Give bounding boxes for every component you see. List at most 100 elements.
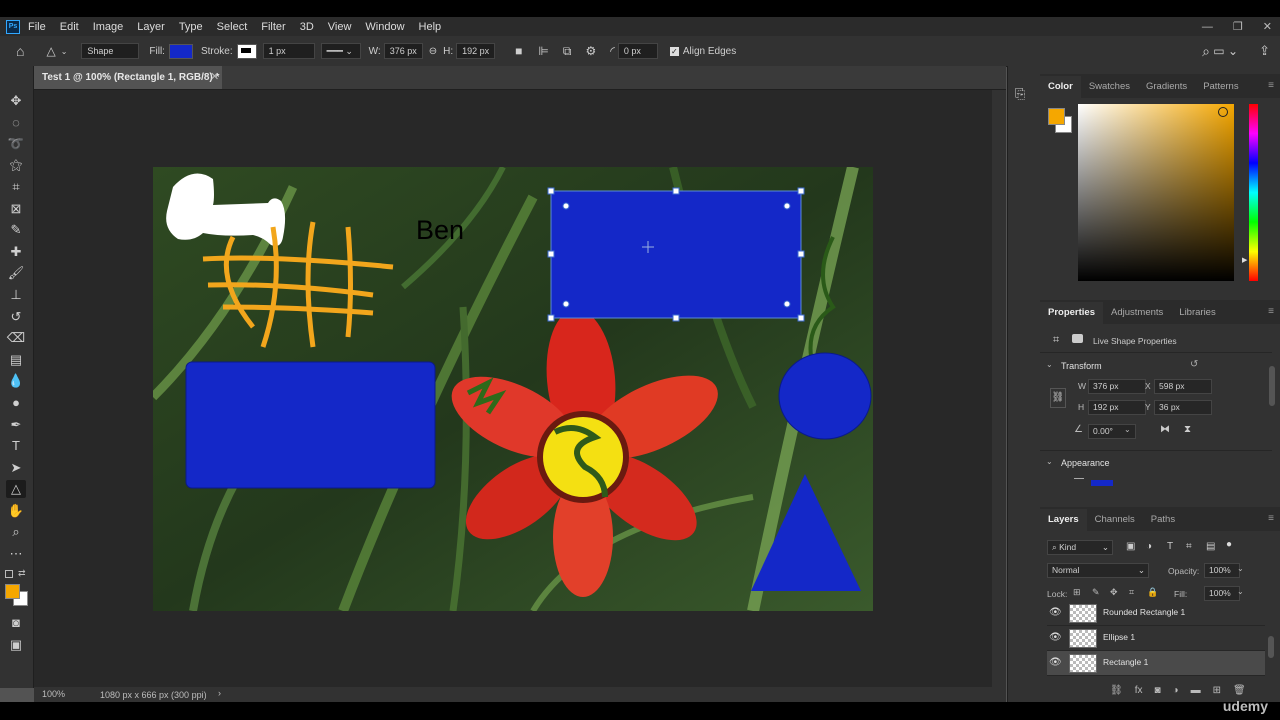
path-operations-icon[interactable]: ■ [515, 44, 522, 58]
transform-chevron-icon[interactable]: ⌄ [1046, 360, 1053, 369]
quick-mask-icon[interactable]: ◙ [6, 614, 26, 632]
layer-row-ellipse[interactable]: 👁 Ellipse 1 [1047, 626, 1265, 651]
ellipse-shape[interactable] [778, 352, 872, 440]
menu-window[interactable]: Window [365, 21, 404, 33]
menu-edit[interactable]: Edit [60, 21, 79, 33]
restore-icon[interactable]: ❐ [1233, 20, 1243, 33]
document-canvas[interactable]: Ben [153, 167, 873, 611]
align-edges-checkbox[interactable]: ✓ Align Edges [669, 46, 736, 57]
share-icon[interactable]: ⇪ [1259, 43, 1270, 59]
menu-view[interactable]: View [328, 21, 352, 33]
foreground-color-swatch[interactable] [5, 584, 20, 599]
tab-adjustments[interactable]: Adjustments [1103, 302, 1171, 324]
type-tool-icon[interactable]: T [6, 437, 26, 455]
lock-transparent-icon[interactable]: ⊞ [1073, 587, 1081, 598]
shape-mode-select[interactable]: Shape [81, 43, 140, 59]
zoom-tool-icon[interactable]: ⌕ [6, 523, 26, 541]
stroke-swatch[interactable] [236, 43, 257, 59]
lasso-tool-icon[interactable]: ➰ [6, 135, 26, 153]
stroke-type-select[interactable]: ━━━ ⌄ [320, 43, 361, 59]
appearance-section-label[interactable]: Appearance [1061, 458, 1110, 468]
more-tools-icon[interactable]: ⋯ [6, 545, 26, 563]
pen-tool-icon[interactable]: ✒ [6, 416, 26, 434]
blend-mode-select[interactable]: Normal ⌄ [1047, 563, 1149, 578]
appearance-chevron-icon[interactable]: ⌄ [1046, 457, 1053, 466]
swap-colors-icon[interactable]: ⇄ [18, 568, 26, 579]
rounded-rectangle-shape[interactable] [185, 361, 436, 489]
link-dimensions-icon[interactable]: ⛓ [1050, 388, 1066, 408]
tab-swatches[interactable]: Swatches [1081, 76, 1138, 98]
tab-color[interactable]: Color [1040, 76, 1081, 98]
tab-libraries[interactable]: Libraries [1171, 302, 1223, 324]
workspace-icon[interactable]: ▭ ⌄ [1213, 44, 1238, 58]
visibility-eye-icon[interactable]: 👁 [1049, 632, 1062, 643]
blur-tool-icon[interactable]: 💧 [6, 372, 26, 390]
document-tab[interactable]: Test 1 @ 100% (Rectangle 1, RGB/8) * ✕ [34, 66, 222, 89]
lock-pixels-icon[interactable]: ✎ [1092, 587, 1100, 598]
filter-smart-object-icon[interactable]: ▤ [1206, 541, 1215, 552]
filter-adjustment-icon[interactable]: ◑ [1146, 541, 1152, 552]
angle-dropdown-chevron-icon[interactable]: ⌄ [1124, 425, 1131, 434]
corner-radius-input[interactable]: 0 px [617, 43, 658, 59]
trash-icon[interactable]: 🗑 [1233, 685, 1246, 699]
opacity-chevron-icon[interactable]: ⌄ [1237, 564, 1244, 573]
gear-icon[interactable]: ⚙ [585, 44, 596, 58]
visibility-eye-icon[interactable]: 👁 [1049, 657, 1062, 668]
path-selection-tool-icon[interactable]: ➤ [6, 459, 26, 477]
eraser-tool-icon[interactable]: ⌫ [6, 329, 26, 347]
lock-position-icon[interactable]: ✥ [1110, 587, 1118, 598]
fx-icon[interactable]: fx [1135, 685, 1143, 699]
filter-pixel-icon[interactable]: ▣ [1126, 541, 1135, 552]
transform-section-label[interactable]: Transform [1061, 361, 1102, 371]
menu-3d[interactable]: 3D [300, 21, 314, 33]
canvas-vertical-scrollbar[interactable] [992, 90, 1006, 687]
history-brush-tool-icon[interactable]: ↺ [6, 308, 26, 326]
visibility-eye-icon[interactable]: 👁 [1049, 607, 1062, 618]
filter-toggle-icon[interactable]: ● [1226, 539, 1232, 550]
menu-layer[interactable]: Layer [137, 21, 165, 33]
default-colors-icon[interactable] [5, 570, 13, 578]
lock-all-icon[interactable]: 🔒 [1147, 587, 1158, 598]
path-arrangement-icon[interactable]: ⧉ [563, 44, 572, 59]
dodge-tool-icon[interactable]: ● [6, 394, 26, 412]
path-alignment-icon[interactable]: ⊫ [538, 44, 548, 58]
magic-wand-tool-icon[interactable]: ⚝ [6, 156, 26, 174]
close-tab-icon[interactable]: ✕ [210, 66, 219, 89]
eyedropper-tool-icon[interactable]: ✎ [6, 221, 26, 239]
filter-type-icon[interactable]: T [1167, 541, 1173, 552]
properties-scrollbar[interactable] [1269, 366, 1275, 406]
appearance-fill-swatch[interactable] [1091, 480, 1113, 486]
link-icon[interactable]: ⊖ [429, 46, 437, 57]
fill-opacity-chevron-icon[interactable]: ⌄ [1237, 587, 1244, 596]
screen-mode-icon[interactable]: ▣ [6, 636, 26, 654]
fill-swatch[interactable] [168, 43, 193, 59]
hue-slider[interactable] [1249, 104, 1258, 281]
hue-slider-marker-icon[interactable]: ▶ [1242, 256, 1247, 264]
color-panel-menu-icon[interactable]: ≡ [1268, 80, 1274, 91]
layers-panel-menu-icon[interactable]: ≡ [1268, 513, 1274, 524]
stroke-width-input[interactable]: 1 px [262, 43, 315, 59]
corner-radius-icon[interactable]: ◜ [610, 44, 615, 58]
tab-layers[interactable]: Layers [1040, 509, 1087, 531]
tab-patterns[interactable]: Patterns [1195, 76, 1246, 98]
tab-paths[interactable]: Paths [1143, 509, 1183, 531]
canvas-workspace[interactable]: Ben [34, 90, 992, 687]
tab-properties[interactable]: Properties [1040, 302, 1103, 324]
color-picker-field[interactable] [1078, 104, 1234, 281]
triangle-tool-preset-icon[interactable]: △ ⌄ [46, 44, 67, 58]
marquee-tool-icon[interactable]: ◌ [6, 114, 26, 132]
minimize-icon[interactable]: — [1202, 21, 1213, 33]
add-mask-icon[interactable]: ◙ [1154, 685, 1160, 699]
layer-filter-kind-select[interactable]: ⌕ Kind ⌄ [1047, 540, 1113, 555]
tab-gradients[interactable]: Gradients [1138, 76, 1195, 98]
layer-row-rectangle[interactable]: 👁 Rectangle 1 [1047, 651, 1265, 676]
search-icon[interactable]: ⌕ [1202, 43, 1210, 60]
menu-file[interactable]: File [28, 21, 46, 33]
menu-type[interactable]: Type [179, 21, 203, 33]
shape-tool-icon[interactable]: △ [6, 480, 26, 498]
ben-text-layer[interactable]: Ben [416, 215, 464, 245]
move-tool-icon[interactable]: ✥ [6, 92, 26, 110]
hand-tool-icon[interactable]: ✋ [6, 502, 26, 520]
healing-brush-tool-icon[interactable]: ✚ [6, 243, 26, 261]
clone-stamp-tool-icon[interactable]: ⊥ [6, 286, 26, 304]
